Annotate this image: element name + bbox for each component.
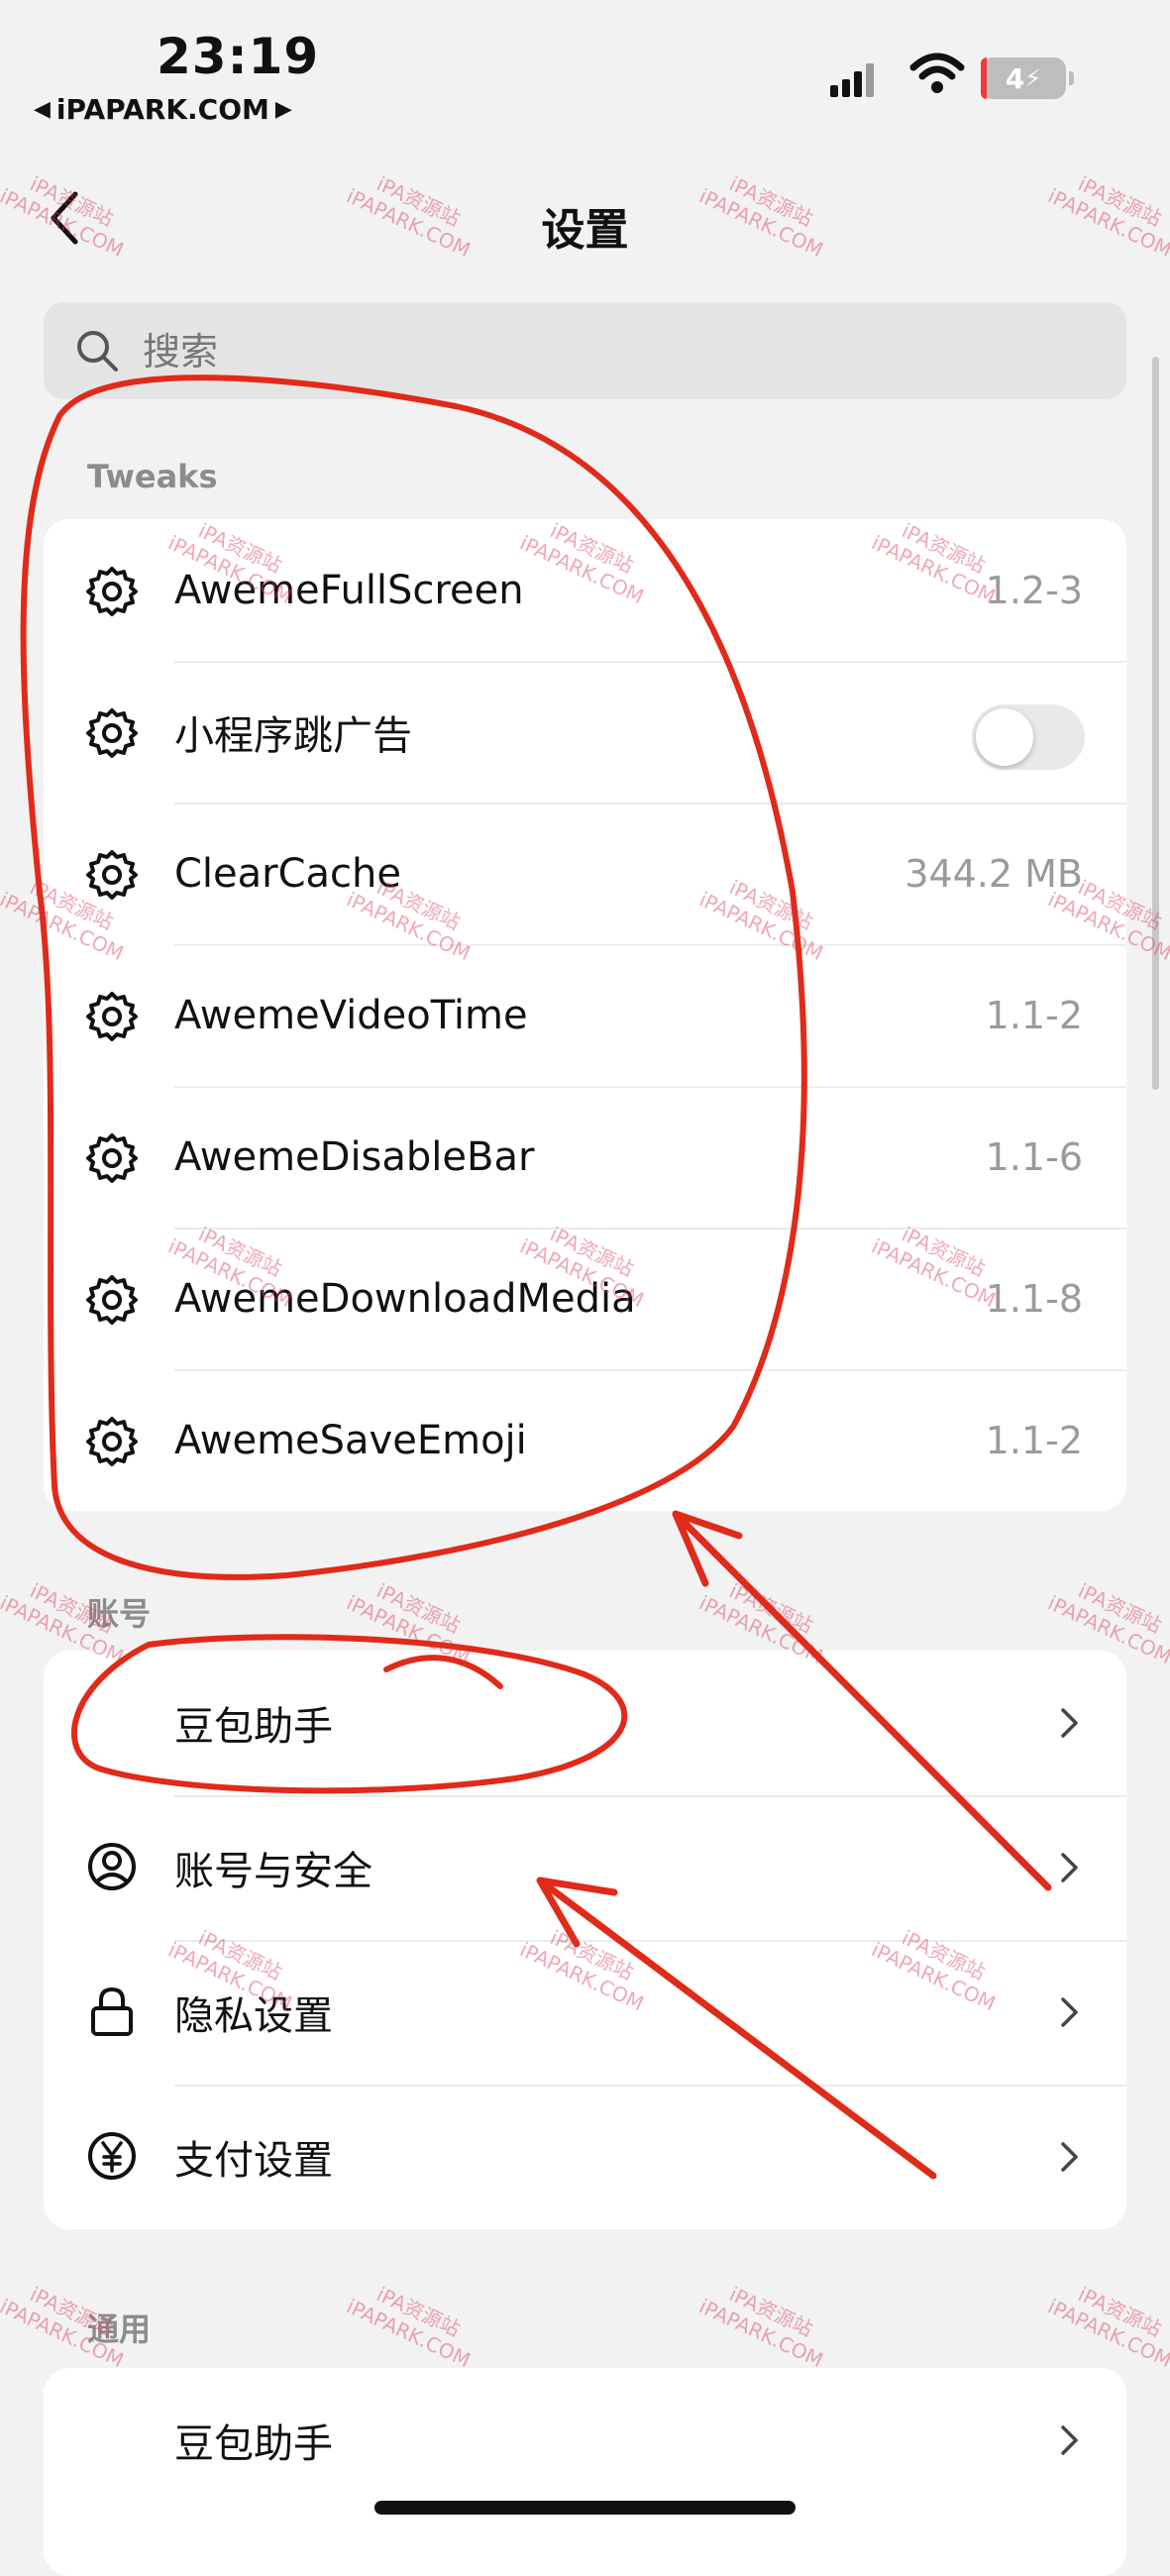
gear-icon — [86, 850, 138, 900]
gear-icon — [86, 708, 138, 758]
version-value: 1.1-8 — [985, 1276, 1083, 1321]
row-label: AwemeDownloadMedia — [174, 1275, 636, 1322]
toggle-knob — [976, 708, 1033, 766]
row-label: 豆包助手 — [174, 2421, 333, 2467]
watermark-line: iPA资源站 — [1074, 2282, 1166, 2342]
search-icon — [77, 331, 118, 372]
cellular-signal-icon — [830, 57, 874, 97]
watermark: iPA资源站 iPAPARK.COM — [343, 2273, 483, 2372]
gear-icon — [86, 1417, 138, 1466]
status-carrier[interactable]: ◀ iPAPARK.COM ▶ — [34, 93, 292, 126]
watermark: iPA资源站 iPAPARK.COM — [1044, 2273, 1170, 2372]
row-label: 隐私设置 — [174, 1993, 333, 2039]
row-awemevideotime[interactable]: AwemeVideoTime 1.1-2 — [44, 944, 1126, 1086]
version-value: 1.1-6 — [985, 1134, 1083, 1179]
skip-ad-toggle[interactable] — [972, 704, 1085, 770]
row-general-doubao-assistant[interactable]: 豆包助手 — [44, 2368, 1126, 2513]
version-value: 1.1-2 — [985, 1418, 1083, 1462]
battery-level: 4 — [1005, 61, 1025, 95]
row-label: 账号与安全 — [174, 1849, 372, 1894]
gear-icon — [86, 567, 138, 616]
watermark-line: iPA资源站 — [1074, 1578, 1166, 1639]
charging-bolt-icon: ⚡ — [1024, 64, 1042, 92]
row-label: 小程序跳广告 — [174, 712, 412, 759]
carrier-label: iPAPARK.COM — [55, 93, 269, 126]
row-clearcache[interactable]: ClearCache 344.2 MB — [44, 803, 1126, 944]
row-label: 支付设置 — [174, 2138, 333, 2184]
section-title-general: 通用 — [87, 2310, 152, 2348]
row-label: AwemeDisableBar — [174, 1133, 535, 1180]
row-label: ClearCache — [174, 850, 402, 897]
forward-app-icon: ▶ — [274, 97, 292, 122]
row-doubao-assistant[interactable]: 豆包助手 — [44, 1651, 1126, 1795]
row-miniprogram-skip-ad: 小程序跳广告 — [44, 661, 1126, 803]
chevron-right-icon — [1061, 1997, 1078, 2027]
chevron-right-icon — [1061, 2142, 1078, 2172]
row-payment-settings[interactable]: 支付设置 — [44, 2085, 1126, 2229]
page-title: 设置 — [541, 205, 629, 256]
row-label: AwemeFullScreen — [174, 567, 524, 613]
row-label: AwemeVideoTime — [174, 992, 528, 1038]
wifi-icon — [909, 53, 965, 93]
home-indicator[interactable] — [374, 2501, 796, 2515]
watermark-line: iPAPARK.COM — [343, 2294, 475, 2373]
user-circle-icon — [88, 1843, 136, 1890]
version-value: 1.2-3 — [985, 568, 1083, 612]
general-card: 豆包助手 — [44, 2368, 1126, 2576]
watermark-line: iPAPARK.COM — [695, 2294, 827, 2373]
watermark-line: iPA资源站 — [372, 2282, 465, 2342]
gear-icon — [86, 1275, 138, 1325]
lock-icon — [91, 1986, 133, 2036]
row-label: 豆包助手 — [174, 1704, 333, 1750]
row-awemedownloadmedia[interactable]: AwemeDownloadMedia 1.1-8 — [44, 1228, 1126, 1369]
tweaks-card: AwemeFullScreen 1.2-3 小程序跳广告 ClearCache … — [44, 519, 1126, 1511]
row-awemedisablebar[interactable]: AwemeDisableBar 1.1-6 — [44, 1086, 1126, 1228]
gear-icon — [86, 992, 138, 1041]
row-label: AwemeSaveEmoji — [174, 1417, 527, 1463]
row-awemefullscreen[interactable]: AwemeFullScreen 1.2-3 — [44, 519, 1126, 661]
scrollbar[interactable] — [1152, 357, 1159, 1090]
version-value: 1.1-2 — [985, 993, 1083, 1037]
watermark-line: iPA资源站 — [725, 1578, 817, 1639]
cache-size-value: 344.2 MB — [904, 851, 1083, 896]
back-app-icon: ◀ — [34, 97, 51, 122]
search-input[interactable] — [141, 319, 1086, 384]
chevron-right-icon — [1061, 2425, 1078, 2455]
gear-icon — [86, 1133, 138, 1183]
section-title-tweaks: Tweaks — [87, 458, 218, 495]
row-account-security[interactable]: 账号与安全 — [44, 1795, 1126, 1940]
watermark-line: iPAPARK.COM — [1044, 2294, 1170, 2373]
section-title-account: 账号 — [87, 1595, 152, 1633]
watermark-line: iPA资源站 — [372, 1578, 465, 1639]
row-privacy-settings[interactable]: 隐私设置 — [44, 1940, 1126, 2085]
row-awemesaveemoji[interactable]: AwemeSaveEmoji 1.1-2 — [44, 1369, 1126, 1511]
yuan-coin-icon — [88, 2132, 136, 2180]
battery-icon: 4 ⚡ — [981, 57, 1074, 99]
watermark: iPA资源站 iPAPARK.COM — [695, 2273, 836, 2372]
chevron-right-icon — [1061, 1708, 1078, 1738]
chevron-right-icon — [1061, 1853, 1078, 1882]
status-time: 23:19 — [157, 28, 320, 85]
watermark-line: iPA资源站 — [725, 2282, 817, 2342]
account-card: 豆包助手 账号与安全 隐私设置 支付设置 — [44, 1651, 1126, 2229]
